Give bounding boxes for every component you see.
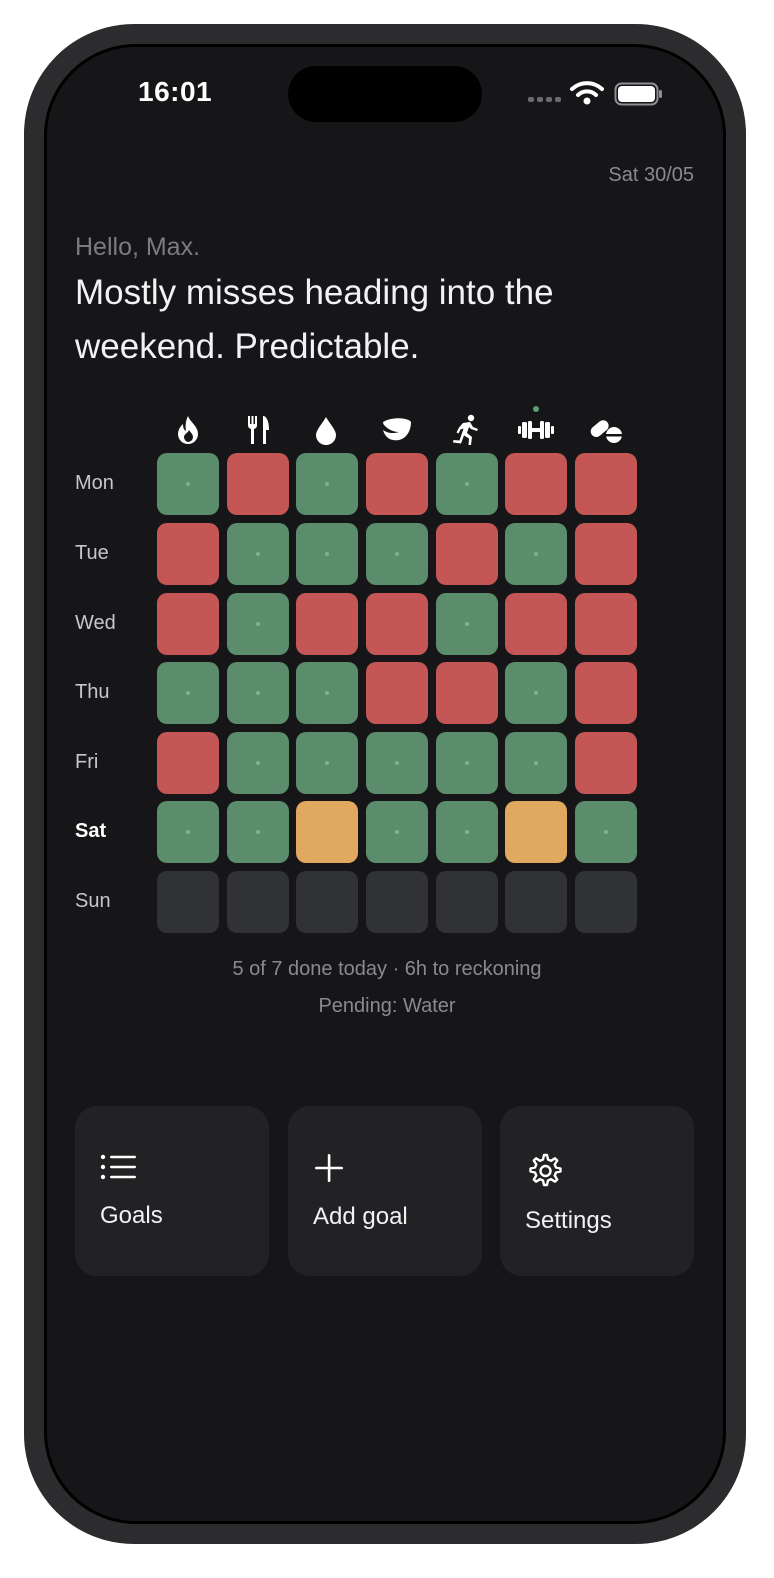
habit-cell-fri-2[interactable]	[227, 732, 289, 794]
habit-cell-tue-3[interactable]	[296, 523, 358, 585]
habit-cell-mon-1[interactable]	[157, 453, 219, 515]
habit-cell-wed-5[interactable]	[436, 593, 498, 655]
habit-cell-mon-2[interactable]	[227, 453, 289, 515]
habit-cell-thu-3[interactable]	[296, 662, 358, 724]
settings-button-label: Settings	[525, 1207, 612, 1234]
habit-cell-sun-1[interactable]	[157, 871, 219, 933]
habit-cell-thu-7[interactable]	[575, 662, 637, 724]
habit-cell-fri-4[interactable]	[366, 732, 428, 794]
habit-cell-fri-6[interactable]	[505, 732, 567, 794]
habit-cell-fri-5[interactable]	[436, 732, 498, 794]
list-icon	[100, 1152, 138, 1187]
habit-cell-fri-3[interactable]	[296, 732, 358, 794]
habit-cell-wed-2[interactable]	[227, 593, 289, 655]
habit-cell-tue-6[interactable]	[505, 523, 567, 585]
habit-cell-sun-3[interactable]	[296, 871, 358, 933]
habit-cell-tue-5[interactable]	[436, 523, 498, 585]
running-icon[interactable]	[446, 410, 486, 450]
habit-cell-sun-2[interactable]	[227, 871, 289, 933]
cellular-signal-icon	[528, 97, 561, 102]
day-label-mon: Mon	[75, 472, 114, 494]
habit-cell-mon-7[interactable]	[575, 453, 637, 515]
habit-cell-mon-5[interactable]	[436, 453, 498, 515]
habit-cell-thu-2[interactable]	[227, 662, 289, 724]
habit-cell-wed-4[interactable]	[366, 593, 428, 655]
progress-summary: 5 of 7 done today · 6h to reckoning	[232, 958, 542, 980]
add-goal-button-label: Add goal	[313, 1203, 408, 1230]
habit-cell-thu-1[interactable]	[157, 662, 219, 724]
habit-cell-sun-4[interactable]	[366, 871, 428, 933]
day-label-fri: Fri	[75, 751, 99, 773]
habit-cell-tue-1[interactable]	[157, 523, 219, 585]
status-time: 16:01	[138, 76, 213, 107]
habit-cell-sat-3[interactable]	[296, 801, 358, 863]
day-label-sat: Sat	[75, 820, 107, 842]
habit-cell-thu-5[interactable]	[436, 662, 498, 724]
habit-cell-sun-6[interactable]	[505, 871, 567, 933]
day-label-wed: Wed	[75, 612, 116, 634]
habit-cell-tue-2[interactable]	[227, 523, 289, 585]
wifi-icon	[570, 80, 604, 111]
settings-button[interactable]: Settings	[500, 1106, 694, 1276]
water-drop-icon[interactable]	[306, 410, 346, 450]
habit-cell-sat-6[interactable]	[505, 801, 567, 863]
habit-cell-thu-6[interactable]	[505, 662, 567, 724]
leaf-icon[interactable]	[376, 410, 416, 450]
day-label-sun: Sun	[75, 890, 111, 912]
dumbbell-icon[interactable]	[516, 410, 556, 450]
habit-cell-tue-4[interactable]	[366, 523, 428, 585]
habit-cell-sat-1[interactable]	[157, 801, 219, 863]
habit-cell-sun-7[interactable]	[575, 871, 637, 933]
dynamic-island	[288, 66, 482, 122]
current-date: Sat 30/05	[608, 164, 694, 186]
habit-cell-fri-1[interactable]	[157, 732, 219, 794]
day-label-tue: Tue	[75, 542, 109, 564]
pills-icon[interactable]	[586, 410, 626, 450]
greeting-hello: Hello, Max.	[75, 233, 201, 261]
habit-cell-mon-3[interactable]	[296, 453, 358, 515]
fork-knife-icon[interactable]	[238, 410, 278, 450]
add-goal-button[interactable]: Add goal	[288, 1106, 482, 1276]
habit-cell-wed-3[interactable]	[296, 593, 358, 655]
goals-button-label: Goals	[100, 1202, 163, 1229]
habit-cell-sun-5[interactable]	[436, 871, 498, 933]
habit-cell-sat-5[interactable]	[436, 801, 498, 863]
day-label-thu: Thu	[75, 681, 110, 703]
flame-icon[interactable]	[168, 410, 208, 450]
habit-cell-sat-7[interactable]	[575, 801, 637, 863]
pending-summary: Pending: Water	[318, 995, 456, 1017]
plus-icon	[313, 1152, 345, 1189]
habit-cell-mon-6[interactable]	[505, 453, 567, 515]
habit-cell-sat-4[interactable]	[366, 801, 428, 863]
habit-cell-wed-7[interactable]	[575, 593, 637, 655]
habit-cell-mon-4[interactable]	[366, 453, 428, 515]
gear-icon	[525, 1152, 563, 1195]
greeting-message: Mostly misses heading into the weekend. …	[75, 273, 554, 366]
habit-cell-tue-7[interactable]	[575, 523, 637, 585]
battery-icon	[614, 82, 664, 111]
goals-button[interactable]: Goals	[75, 1106, 269, 1276]
habit-cell-sat-2[interactable]	[227, 801, 289, 863]
goal-indicator-dot	[533, 406, 539, 412]
habit-cell-wed-6[interactable]	[505, 593, 567, 655]
habit-cell-wed-1[interactable]	[157, 593, 219, 655]
habit-cell-thu-4[interactable]	[366, 662, 428, 724]
habit-cell-fri-7[interactable]	[575, 732, 637, 794]
